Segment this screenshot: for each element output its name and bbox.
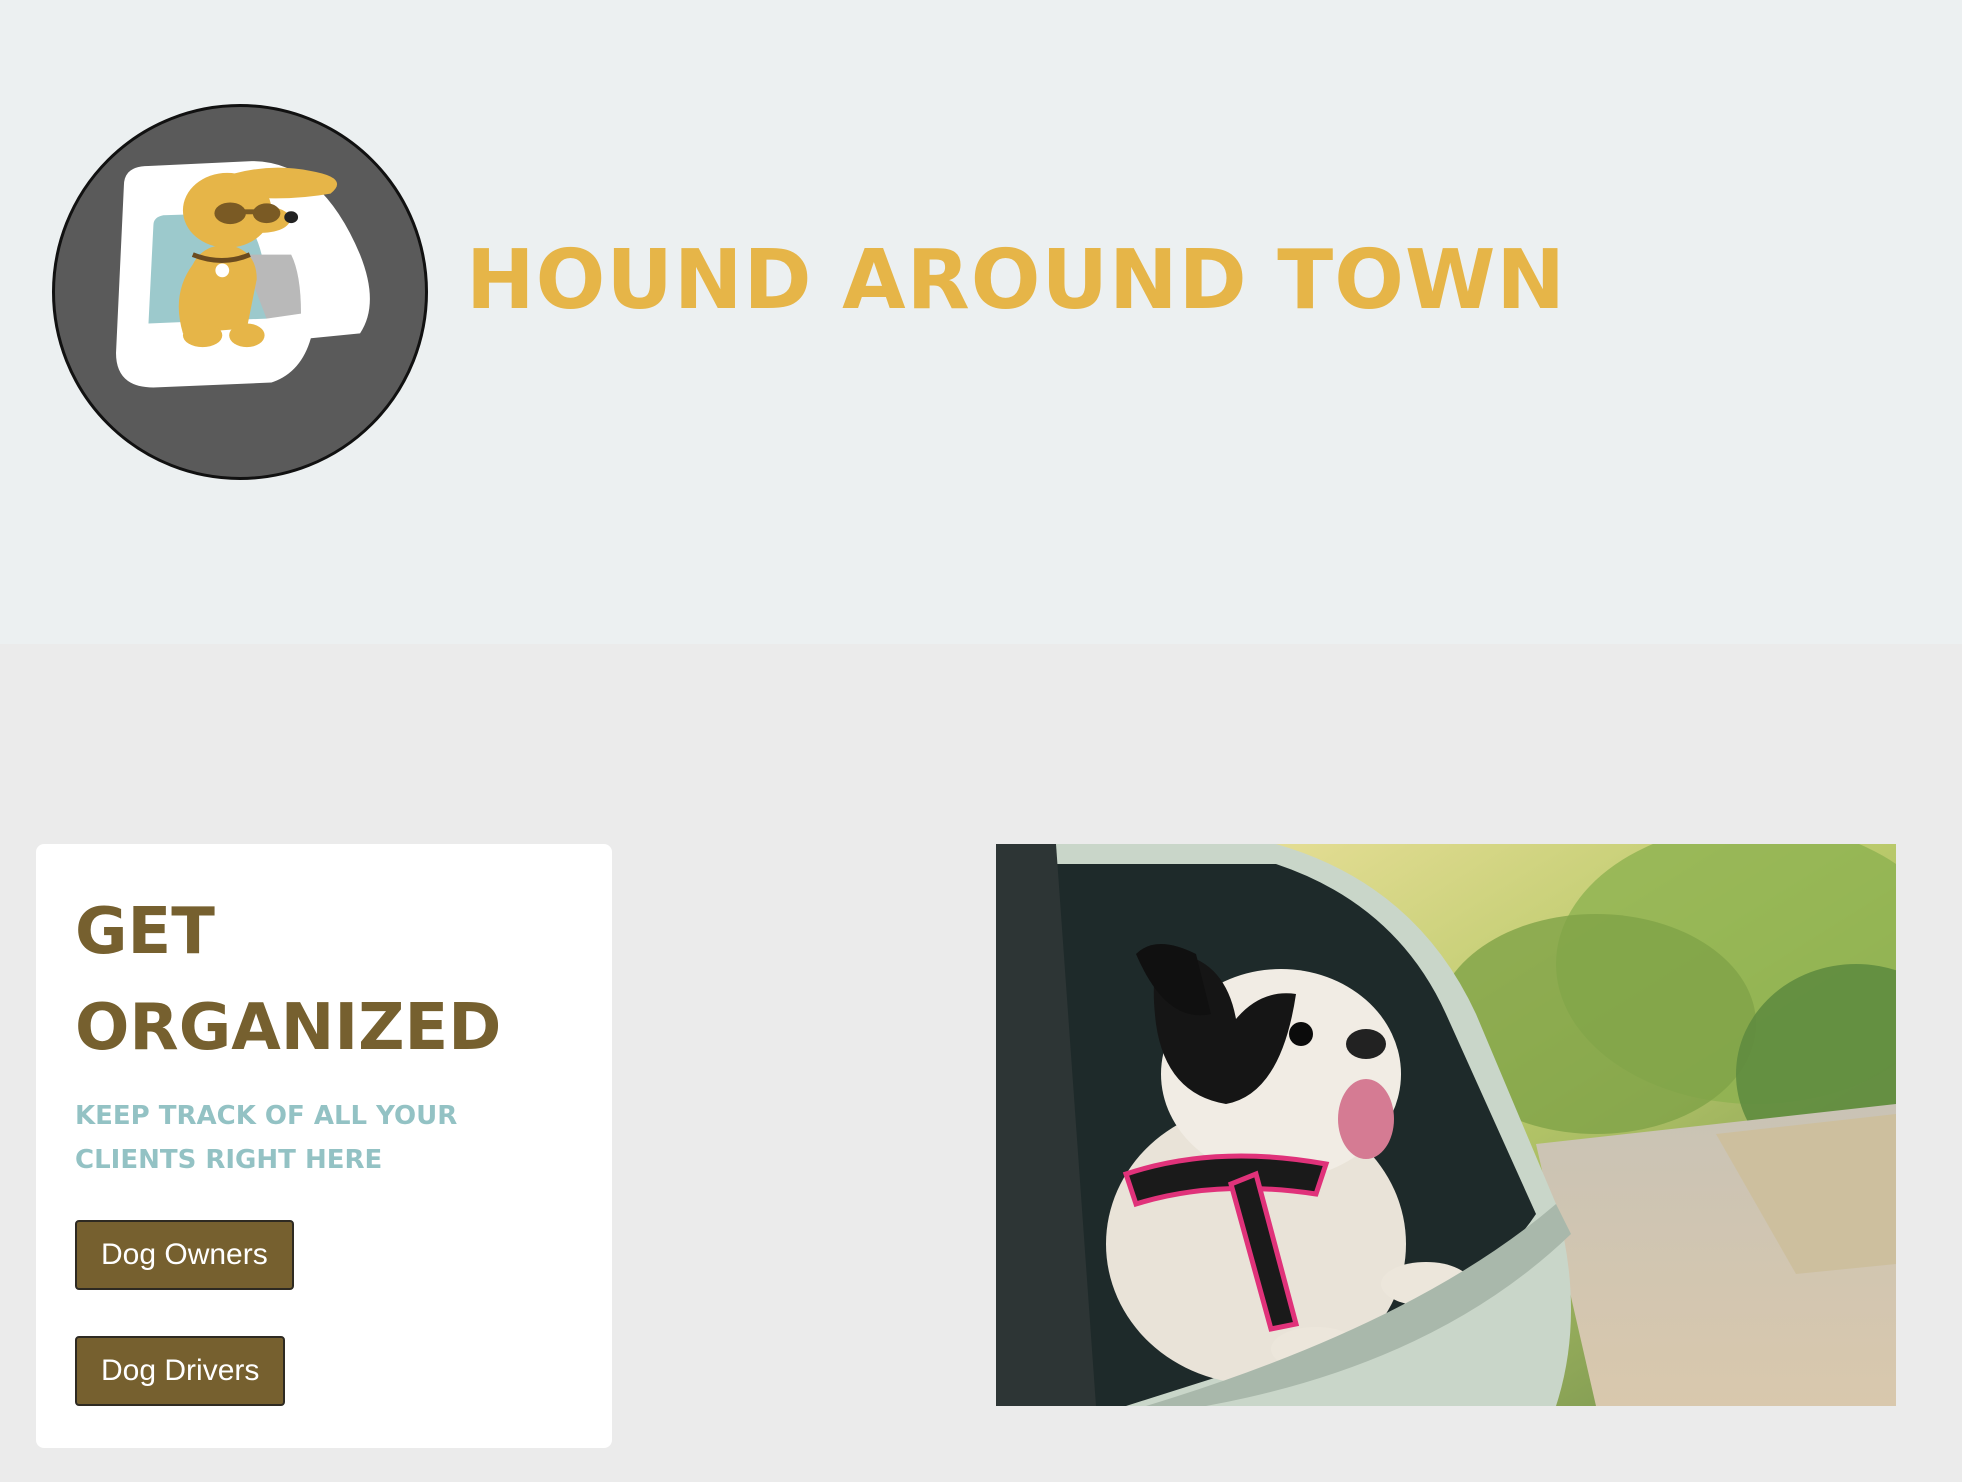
card-title: Get Organized	[75, 895, 502, 1065]
brand-title: Hound Around Town	[466, 233, 1567, 328]
dog-drivers-button[interactable]: Dog Drivers	[75, 1336, 286, 1406]
dog-in-car-logo-icon[interactable]	[52, 104, 428, 480]
card-subtitle: Keep track of all your clients right her…	[75, 1101, 458, 1175]
dog-owners-button[interactable]: Dog Owners	[75, 1220, 294, 1290]
hero-dog-photo	[996, 844, 1896, 1406]
site-header: Hound Around Town	[0, 0, 1962, 644]
intro-card: Get Organized Keep track of all your cli…	[36, 844, 612, 1448]
